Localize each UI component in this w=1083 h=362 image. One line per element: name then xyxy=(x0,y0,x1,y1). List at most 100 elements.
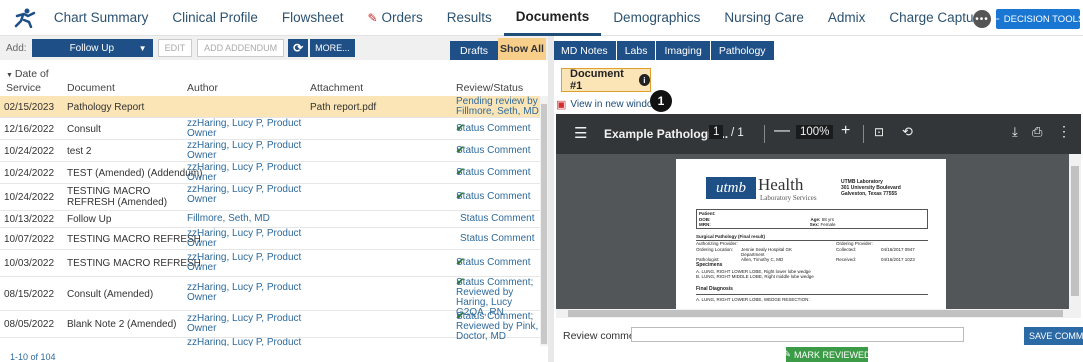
pencil-icon: ✎ xyxy=(783,349,792,359)
cell-author: zzHaring, Lucy P, Product Owner xyxy=(187,313,302,334)
table-row[interactable]: 10/13/2022 Follow Up Fillmore, Seth, MD … xyxy=(0,211,540,228)
more-actions-button[interactable]: MORE... xyxy=(310,39,355,57)
download-icon[interactable]: ⤓ xyxy=(1012,124,1018,140)
table-row[interactable]: 12/16/2022 Consult zzHaring, Lucy P, Pro… xyxy=(0,118,540,140)
cell-document: TESTING MACRO REFRESH xyxy=(67,258,201,269)
tab-admix[interactable]: Admix xyxy=(816,0,878,36)
mark-reviewed-label: MARK REVIEWED xyxy=(794,349,871,360)
zoom-in-icon[interactable]: + xyxy=(841,122,850,140)
review-comment-input[interactable] xyxy=(631,327,964,342)
received-label: Received: xyxy=(836,257,857,262)
header-attachment[interactable]: Attachment xyxy=(310,82,363,94)
add-label: Add: xyxy=(6,42,27,54)
menu-icon[interactable]: ☰ xyxy=(574,124,587,142)
table-row[interactable]: 08/15/2022 Consult (Amended) zzHaring, L… xyxy=(0,277,540,318)
header-review-status[interactable]: Review/Status xyxy=(456,82,523,94)
table-row[interactable]: 08/05/2022 Blank Note 2 (Amended) zzHari… xyxy=(0,311,540,342)
save-comment-button[interactable]: SAVE COMMENT xyxy=(1024,327,1083,345)
dob-label: DOB: xyxy=(699,216,711,222)
status-text: Status Comment xyxy=(456,167,531,178)
table-row[interactable]: 10/03/2022 TESTING MACRO REFRESH zzHarin… xyxy=(0,250,540,277)
order-row-3: Pathologist: Allen, Timothy C, MD Receive… xyxy=(696,257,928,263)
lab-city: Galveston, Texas 77555 xyxy=(841,191,898,197)
tab-results[interactable]: Results xyxy=(435,0,504,36)
mark-reviewed-button[interactable]: ✎ MARK REVIEWED xyxy=(783,347,871,362)
pdf-file-icon: ▣ xyxy=(556,99,567,111)
table-row[interactable]: 10/24/2022 TESTING MACRO REFRESH (Amende… xyxy=(0,184,540,211)
cell-document: Pathology Report xyxy=(67,102,145,113)
tab-orders[interactable]: ✎ Orders xyxy=(355,0,434,36)
age-value: 58 yrs xyxy=(821,216,835,222)
pdf-toolbar: ☰ Example Pathologis... 1 / 1 — 100% + ⊡… xyxy=(556,114,1081,154)
pane-splitter[interactable] xyxy=(548,36,554,362)
tab-nursing-care[interactable]: Nursing Care xyxy=(712,0,816,36)
table-row[interactable]: 10/24/2022 TEST (Amended) (Addendum) zzH… xyxy=(0,162,540,184)
header-author[interactable]: Author xyxy=(187,82,218,94)
cell-date: 10/03/2022 xyxy=(4,258,55,269)
filter-tab-labs[interactable]: Labs xyxy=(616,41,656,60)
pdf-health-title: Health xyxy=(758,175,804,194)
pdf-specimens-label: Specimens xyxy=(696,262,723,268)
pathologist-value: Allen, Timothy C, MD xyxy=(741,257,784,262)
fit-page-icon[interactable]: ⊡ xyxy=(874,125,884,139)
info-icon[interactable]: i xyxy=(638,74,650,86)
status-text: Status Comment xyxy=(456,123,531,134)
table-pager[interactable]: 1-10 of 104 xyxy=(10,352,56,362)
cell-attachment[interactable]: Path report.pdf xyxy=(310,102,376,113)
viewer-horizontal-scrollbar-thumb[interactable] xyxy=(568,310,1063,317)
pdf-specimen-b: B. LUNG, RIGHT MIDDLE LOBE, Right middle… xyxy=(696,274,814,279)
pdf-scrollbar-thumb[interactable] xyxy=(1071,166,1079,296)
more-menu-button[interactable]: ••• xyxy=(973,10,991,28)
sort-desc-icon: ▼ xyxy=(6,72,15,79)
filter-tab-imaging[interactable]: Imaging xyxy=(656,41,710,60)
auth-provider-label: Authorizing Provider: xyxy=(696,241,738,246)
header-date-of-service[interactable]: ▼ Date of Service xyxy=(6,68,54,94)
tab-chart-summary[interactable]: Chart Summary xyxy=(42,0,161,36)
app-logo-icon[interactable] xyxy=(8,0,42,36)
rotate-icon[interactable]: ⟲ xyxy=(902,124,913,140)
status-text: Status Comment xyxy=(456,191,531,202)
main-navigation: Chart Summary Clinical Profile Flowsheet… xyxy=(0,0,1083,36)
table-row[interactable]: zzHaring, Lucy P, Product xyxy=(0,338,540,346)
table-row[interactable]: 10/24/2022 test 2 zzHaring, Lucy P, Prod… xyxy=(0,140,540,162)
show-all-button[interactable]: Show All xyxy=(498,38,546,60)
pdf-patient-box: Patient: DOB: Age: 58 yrs MRN: Sex: Female xyxy=(696,209,928,229)
drafts-button[interactable]: Drafts xyxy=(450,41,498,60)
add-addendum-button[interactable]: ADD ADDENDUM xyxy=(197,39,285,57)
page-number-input[interactable]: 1 xyxy=(709,125,724,139)
cell-author: zzHaring, Lucy P, Product Owner xyxy=(187,252,302,273)
table-header: ▼ Date of Service Document Author Attach… xyxy=(0,60,548,96)
table-row[interactable]: 02/15/2023 Pathology Report Path report.… xyxy=(0,96,540,118)
cell-status[interactable]: Status Comment xyxy=(460,214,544,224)
tab-clinical-profile[interactable]: Clinical Profile xyxy=(160,0,270,36)
toolbar-separator xyxy=(764,125,765,143)
cell-date: 02/15/2023 xyxy=(4,102,55,113)
document-tab[interactable]: Document #1 i xyxy=(561,68,651,92)
cell-date: 10/07/2022 xyxy=(4,234,55,245)
table-scrollbar-thumb[interactable] xyxy=(541,104,547,344)
view-in-new-window-link[interactable]: ▣ View in new window xyxy=(556,98,660,111)
pdf-order-info: Authorizing Provider: Ordering Provider: … xyxy=(696,241,928,263)
filter-tab-md-notes[interactable]: MD Notes xyxy=(553,41,616,60)
add-document-type-select[interactable]: Follow Up ▼ xyxy=(31,39,153,57)
pencil-icon: ✎ xyxy=(367,10,378,25)
edit-button[interactable]: EDIT xyxy=(157,39,193,57)
ordering-location-value: Jennie Sealy Hospital GK Department xyxy=(741,246,793,258)
table-row[interactable]: 10/07/2022 TESTING MACRO REFRESH zzHarin… xyxy=(0,228,540,250)
cell-author: zzHaring, Lucy P, Product Owner xyxy=(187,140,302,161)
cell-document: Consult xyxy=(67,124,101,135)
tab-demographics[interactable]: Demographics xyxy=(601,0,712,36)
zoom-out-icon[interactable]: — xyxy=(774,122,790,140)
decision-tools-button[interactable]: ⇤DECISION TOOLS xyxy=(996,9,1080,29)
pdf-final-diagnosis-label: Final Diagnosis xyxy=(696,286,733,292)
tab-documents[interactable]: Documents xyxy=(503,0,602,36)
cell-status[interactable]: Status Comment xyxy=(460,234,544,244)
header-document[interactable]: Document xyxy=(67,82,115,94)
tab-flowsheet[interactable]: Flowsheet xyxy=(270,0,356,36)
print-icon[interactable]: ⎙ xyxy=(1032,124,1042,140)
refresh-icon[interactable]: ⟳ xyxy=(288,39,309,57)
zoom-level-input[interactable]: 100% xyxy=(796,125,834,139)
more-vertical-icon[interactable]: ⋮ xyxy=(1057,123,1071,140)
filter-tab-pathology[interactable]: Pathology xyxy=(710,41,774,60)
chevron-down-icon: ▼ xyxy=(138,43,147,53)
